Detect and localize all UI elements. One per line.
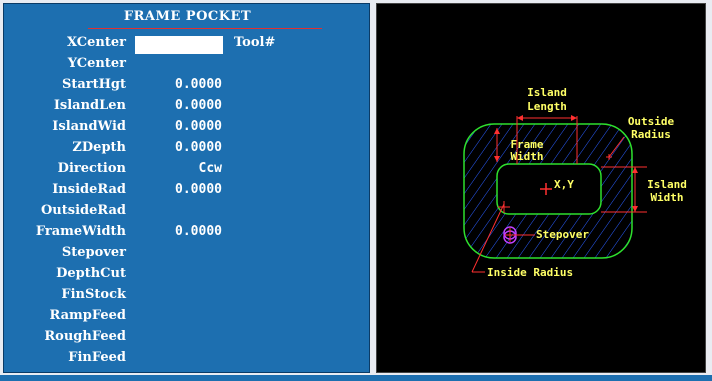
field-label: RoughFeed <box>44 329 126 344</box>
field-label: IslandWid <box>52 119 126 134</box>
field-label: Stepover <box>61 245 126 260</box>
field-row-ycenter[interactable]: YCenter <box>4 56 371 76</box>
island-length-label-2: Length <box>527 100 567 113</box>
form-title: FRAME POCKET <box>123 9 252 24</box>
frame-width-label-2: Width <box>510 150 543 163</box>
tool-number-label: Tool# <box>234 35 276 50</box>
field-label: ZDepth <box>72 140 126 155</box>
field-row-finstock[interactable]: FinStock <box>4 287 371 307</box>
field-label: InsideRad <box>52 182 126 197</box>
inside-radius-label: Inside Radius <box>487 266 573 279</box>
field-row-stepover[interactable]: Stepover <box>4 245 371 265</box>
field-value[interactable]: 0.0000 <box>132 224 222 239</box>
field-value[interactable]: Ccw <box>132 161 222 176</box>
status-strip <box>0 375 712 381</box>
center-label: X,Y <box>554 178 574 191</box>
field-label: StartHgt <box>61 77 126 92</box>
field-value[interactable]: 0.0000 <box>132 140 222 155</box>
field-row-xcenter: XCenter Tool# <box>4 35 371 55</box>
field-label: FinStock <box>61 287 126 302</box>
field-row-islandwid[interactable]: IslandWid 0.0000 <box>4 119 371 139</box>
field-row-rampfeed[interactable]: RampFeed <box>4 308 371 328</box>
stepover-label: Stepover <box>536 228 589 241</box>
parameter-panel: FRAME POCKET XCenter Tool# YCenter Start… <box>3 3 370 373</box>
field-row-roughfeed[interactable]: RoughFeed <box>4 329 371 349</box>
field-label: FinFeed <box>68 350 126 365</box>
field-value[interactable]: 0.0000 <box>132 182 222 197</box>
field-label: XCenter <box>66 35 126 50</box>
field-label: FrameWidth <box>35 224 126 239</box>
field-value[interactable]: 0.0000 <box>132 98 222 113</box>
field-row-zdepth[interactable]: ZDepth 0.0000 <box>4 140 371 160</box>
field-row-outsiderad[interactable]: OutsideRad <box>4 203 371 223</box>
xcenter-input[interactable] <box>135 36 223 54</box>
diagram-svg: Island Length Outside Radius Frame Width… <box>463 86 687 279</box>
outside-radius-label-2: Radius <box>631 128 671 141</box>
field-label: RampFeed <box>49 308 126 323</box>
field-row-depthcut[interactable]: DepthCut <box>4 266 371 286</box>
island-width-label-1: Island <box>647 178 687 191</box>
field-row-insiderad[interactable]: InsideRad 0.0000 <box>4 182 371 202</box>
field-row-starthgt[interactable]: StartHgt 0.0000 <box>4 77 371 97</box>
island-width-label-2: Width <box>650 191 683 204</box>
field-row-islandlen[interactable]: IslandLen 0.0000 <box>4 98 371 118</box>
field-label: Direction <box>57 161 126 176</box>
field-row-direction[interactable]: Direction Ccw <box>4 161 371 181</box>
outside-radius-label-1: Outside <box>628 115 675 128</box>
field-label: IslandLen <box>53 98 126 113</box>
field-label: DepthCut <box>56 266 126 281</box>
island-length-label-1: Island <box>527 86 567 99</box>
title-underline <box>88 28 322 29</box>
field-row-finfeed[interactable]: FinFeed <box>4 350 371 370</box>
field-row-framewidth[interactable]: FrameWidth 0.0000 <box>4 224 371 244</box>
field-label: OutsideRad <box>40 203 126 218</box>
field-value[interactable]: 0.0000 <box>132 77 222 92</box>
field-label: YCenter <box>67 56 126 71</box>
field-value[interactable]: 0.0000 <box>132 119 222 134</box>
frame-pocket-diagram: Island Length Outside Radius Frame Width… <box>376 3 706 373</box>
